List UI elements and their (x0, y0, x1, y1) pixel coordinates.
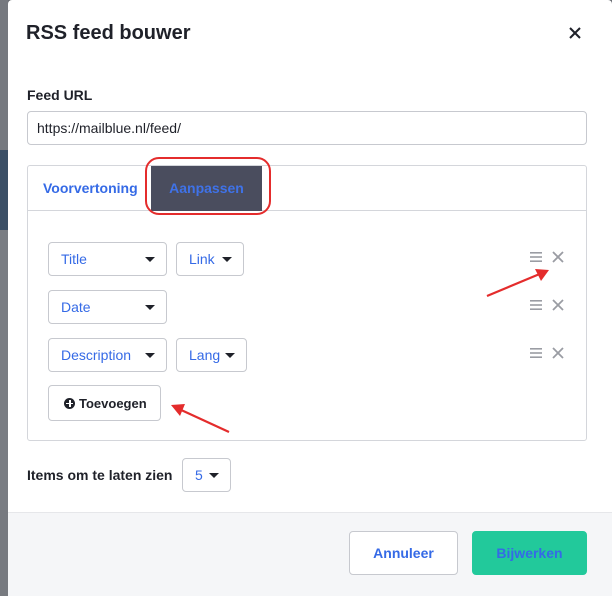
background-page-area (0, 230, 8, 510)
plus-circle-icon (64, 398, 75, 409)
drag-handle-icon[interactable] (528, 346, 544, 360)
remove-icon[interactable] (550, 249, 566, 265)
add-field-button[interactable]: Toevoegen (48, 385, 161, 421)
field-select-label: Date (61, 299, 91, 315)
field-select-lang[interactable]: Lang (176, 338, 247, 372)
close-button[interactable] (564, 22, 586, 44)
caret-down-icon (222, 257, 232, 262)
add-field-label: Toevoegen (79, 396, 147, 411)
close-icon (569, 27, 581, 39)
drag-handle-icon[interactable] (528, 298, 544, 312)
field-select-label: Description (61, 347, 132, 363)
background-page-footer (0, 510, 8, 596)
tab-bar: Voorvertoning Aanpassen (28, 166, 586, 211)
items-count-select[interactable]: 5 (182, 458, 231, 492)
remove-icon[interactable] (550, 297, 566, 313)
field-select-label: Link (189, 251, 215, 267)
cancel-button[interactable]: Annuleer (349, 531, 458, 575)
modal-footer: Annuleer Bijwerken (8, 512, 612, 596)
background-page (0, 0, 8, 150)
feed-url-input[interactable] (27, 111, 587, 145)
field-select-description[interactable]: Description (48, 338, 167, 372)
items-count-value: 5 (195, 467, 203, 483)
highlight-ring (145, 157, 271, 215)
caret-down-icon (145, 353, 155, 358)
field-select-link[interactable]: Link (176, 242, 244, 276)
items-count-label: Items om te laten zien (27, 467, 173, 483)
field-select-label: Lang (189, 347, 221, 363)
feed-url-label: Feed URL (27, 87, 93, 103)
caret-down-icon (145, 305, 155, 310)
drag-handle-icon[interactable] (528, 250, 544, 264)
update-button[interactable]: Bijwerken (472, 531, 587, 575)
caret-down-icon (225, 353, 235, 358)
caret-down-icon (209, 473, 219, 478)
field-select-label: Title (61, 251, 87, 267)
tab-preview[interactable]: Voorvertoning (43, 166, 138, 211)
field-select-date[interactable]: Date (48, 290, 167, 324)
background-page-band (0, 150, 8, 230)
rss-feed-builder-modal: RSS feed bouwer Feed URL Voorvertoning A… (8, 0, 612, 596)
field-select-title[interactable]: Title (48, 242, 167, 276)
modal-title: RSS feed bouwer (26, 22, 191, 44)
remove-icon[interactable] (550, 345, 566, 361)
caret-down-icon (145, 257, 155, 262)
